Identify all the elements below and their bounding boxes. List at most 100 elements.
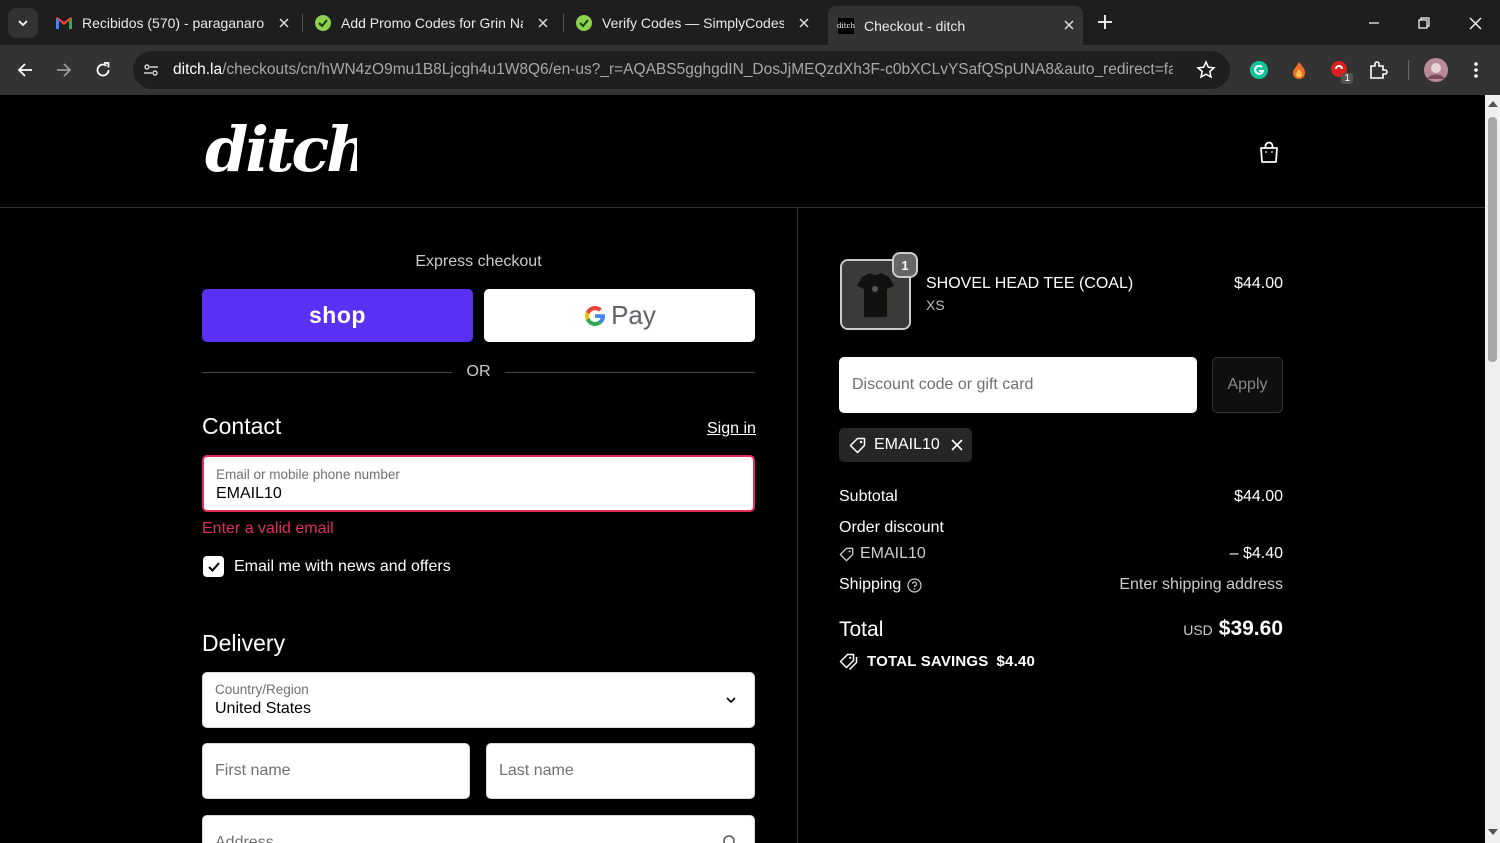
- email-error-message: Enter a valid email: [202, 520, 334, 537]
- last-name-field[interactable]: Last name: [486, 743, 755, 799]
- tag-icon: [849, 437, 866, 453]
- extensions-puzzle-icon[interactable]: [1366, 58, 1390, 82]
- help-icon[interactable]: [907, 577, 922, 593]
- tab-title: Verify Codes — SimplyCodes: [602, 15, 784, 31]
- remove-discount-icon[interactable]: [950, 438, 964, 452]
- first-name-field[interactable]: First name: [202, 743, 470, 799]
- total-value: $39.60: [1218, 617, 1283, 640]
- reload-button[interactable]: [90, 57, 116, 83]
- or-divider: OR: [202, 362, 755, 382]
- shop-pay-button[interactable]: shop: [202, 289, 473, 342]
- forward-button[interactable]: [51, 57, 77, 83]
- browser-menu-icon[interactable]: [1464, 58, 1488, 82]
- column-divider: [797, 208, 798, 843]
- extension-badge: 1: [1341, 73, 1353, 84]
- checkout-page: ditch Express checkout shop Pay OR Conta…: [0, 95, 1485, 843]
- tab-title: Checkout - ditch: [864, 17, 966, 34]
- discount-placeholder: Discount code or gift card: [852, 376, 1034, 393]
- savings-label: TOTAL SAVINGS: [867, 653, 989, 670]
- order-discount-label: Order discount: [839, 519, 944, 536]
- tab-checkout-ditch[interactable]: ditch Checkout - ditch: [828, 6, 1083, 45]
- close-window-button[interactable]: [1462, 10, 1488, 36]
- contact-heading: Contact: [202, 413, 282, 439]
- product-name: SHOVEL HEAD TEE (COAL): [926, 275, 1134, 292]
- first-name-placeholder: First name: [215, 762, 291, 779]
- minimize-button[interactable]: [1361, 10, 1387, 36]
- shopping-bag-icon[interactable]: [1257, 140, 1281, 164]
- shipping-row-label: Shipping: [839, 576, 922, 594]
- browser-tab-bar: Recibidos (570) - paraganarokar Add Prom…: [0, 0, 1500, 45]
- discount-value: – $4.40: [1229, 545, 1283, 562]
- close-icon: [1469, 17, 1481, 29]
- new-tab-button[interactable]: [1094, 11, 1116, 33]
- country-select[interactable]: Country/Region United States: [202, 672, 755, 728]
- applied-discount-chip: EMAIL10: [839, 428, 972, 462]
- back-button[interactable]: [12, 57, 38, 83]
- last-name-placeholder: Last name: [499, 762, 574, 779]
- subtotal-value: $44.00: [1234, 488, 1283, 505]
- address-placeholder: Address: [215, 834, 274, 843]
- chevron-down-icon: [726, 697, 736, 704]
- discount-code-row: EMAIL10: [839, 545, 926, 563]
- product-variant: XS: [926, 297, 945, 313]
- shipping-value: Enter shipping address: [1119, 576, 1283, 593]
- restore-icon: [1418, 17, 1430, 29]
- product-price: $44.00: [1234, 275, 1283, 292]
- toolbar-separator: [1408, 60, 1409, 80]
- email-field[interactable]: Email or mobile phone number EMAIL10: [202, 455, 755, 512]
- apply-discount-button[interactable]: Apply: [1212, 357, 1283, 413]
- profile-avatar[interactable]: [1424, 58, 1448, 82]
- tab-verify-codes[interactable]: Verify Codes — SimplyCodes: [566, 8, 818, 38]
- google-g-icon: [585, 305, 606, 326]
- newsletter-label[interactable]: Email me with news and offers: [234, 558, 451, 576]
- scroll-up-arrow[interactable]: [1488, 101, 1498, 107]
- shipping-label: Shipping: [839, 576, 902, 593]
- tab-gmail[interactable]: Recibidos (570) - paraganarokar: [46, 8, 298, 38]
- express-checkout-heading: Express checkout: [415, 253, 542, 270]
- arrow-left-icon: [17, 63, 32, 77]
- address-bar[interactable]: ditch.la/checkouts/cn/hWN4zO9mu1B8Ljcgh4…: [133, 51, 1230, 89]
- honey-extension-icon[interactable]: [1287, 58, 1311, 82]
- ditch-icon: ditch: [837, 17, 855, 34]
- close-icon[interactable]: [274, 13, 294, 33]
- tab-separator: [563, 14, 564, 32]
- tab-add-promo[interactable]: Add Promo Codes for Grin Natu: [305, 8, 557, 38]
- simplycodes-icon: [576, 15, 592, 31]
- close-icon[interactable]: [533, 13, 553, 33]
- bookmark-star-icon[interactable]: [1196, 60, 1216, 80]
- close-icon[interactable]: [1059, 15, 1079, 35]
- divider-line: [505, 372, 755, 373]
- discount-code-input[interactable]: Discount code or gift card: [839, 357, 1197, 413]
- tags-icon: [839, 653, 858, 670]
- newsletter-checkbox[interactable]: [203, 556, 224, 577]
- tag-icon: [839, 547, 854, 561]
- tab-separator: [302, 14, 303, 32]
- site-settings-icon[interactable]: [141, 60, 161, 80]
- savings-value: $4.40: [996, 653, 1036, 670]
- tab-title: Add Promo Codes for Grin Natu: [341, 15, 523, 31]
- total-savings: TOTAL SAVINGS $4.40: [839, 653, 1035, 670]
- extension-with-badge-icon[interactable]: 1: [1327, 58, 1353, 84]
- total-amount: USD $39.60: [1050, 617, 1283, 641]
- tab-search-button[interactable]: [8, 8, 38, 38]
- close-icon[interactable]: [794, 13, 814, 33]
- scrollbar-thumb[interactable]: [1488, 117, 1497, 362]
- scroll-down-arrow[interactable]: [1488, 829, 1498, 835]
- browser-toolbar: ditch.la/checkouts/cn/hWN4zO9mu1B8Ljcgh4…: [0, 45, 1500, 95]
- address-field[interactable]: Address: [202, 815, 755, 843]
- discount-code-text: EMAIL10: [860, 545, 926, 562]
- restore-button[interactable]: [1411, 10, 1437, 36]
- arrow-right-icon: [57, 63, 72, 77]
- page-scrollbar[interactable]: [1485, 95, 1500, 843]
- grammarly-extension-icon[interactable]: [1247, 58, 1271, 82]
- search-icon: [723, 835, 735, 843]
- shop-pay-label: shop: [309, 302, 366, 328]
- reload-icon: [96, 62, 110, 77]
- sign-in-link[interactable]: Sign in: [707, 420, 756, 438]
- google-pay-button[interactable]: Pay: [484, 289, 755, 342]
- google-pay-label: Pay: [611, 300, 656, 330]
- store-logo[interactable]: ditch: [205, 113, 371, 188]
- email-field-value: EMAIL10: [216, 485, 282, 502]
- delivery-heading: Delivery: [202, 630, 286, 656]
- store-header: ditch: [0, 95, 1485, 208]
